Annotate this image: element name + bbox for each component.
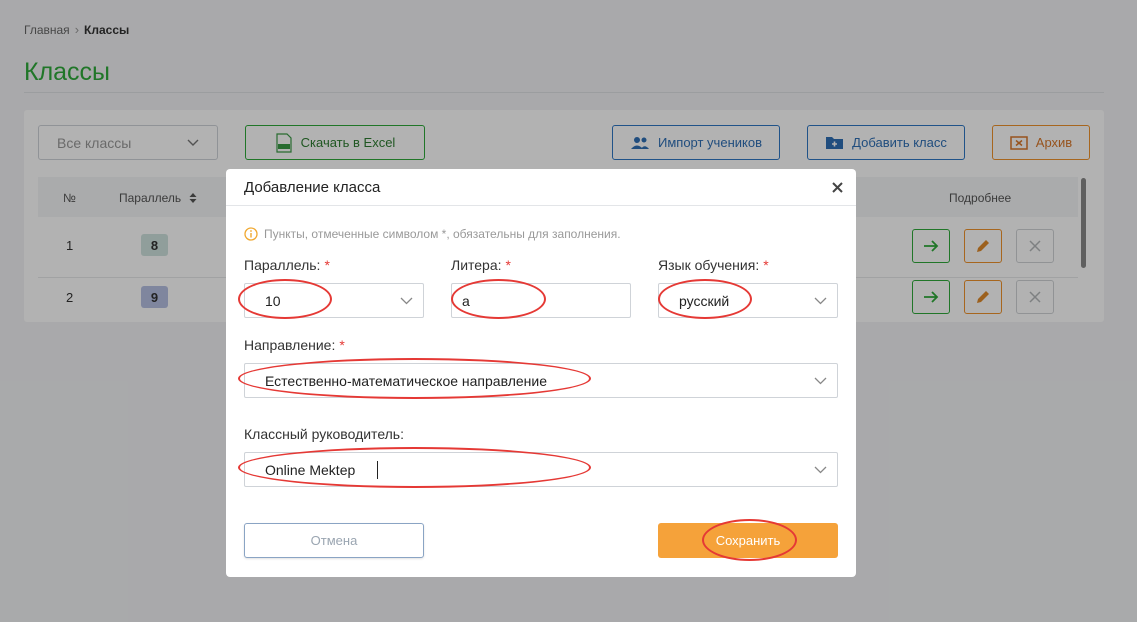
save-button[interactable]: Сохранить	[658, 523, 838, 558]
info-circle-icon	[244, 227, 258, 241]
language-value: русский	[679, 292, 730, 309]
required-notice-text: Пункты, отмеченные символом *, обязатель…	[264, 227, 621, 241]
parallel-label: Параллель: *	[244, 257, 330, 273]
add-class-modal: Добавление класса Пункты, отмеченные сим…	[226, 169, 856, 577]
direction-label: Направление: *	[244, 337, 345, 353]
chevron-down-icon	[814, 297, 827, 305]
chevron-down-icon	[814, 377, 827, 385]
language-select[interactable]: русский	[658, 283, 838, 318]
chevron-down-icon	[400, 297, 413, 305]
cancel-button[interactable]: Отмена	[244, 523, 424, 558]
letter-label: Литера: *	[451, 257, 511, 273]
required-notice: Пункты, отмеченные символом *, обязатель…	[244, 227, 621, 241]
chevron-down-icon	[814, 466, 827, 474]
teacher-select[interactable]: Online Mektep	[244, 452, 838, 487]
modal-header: Добавление класса	[226, 169, 856, 206]
letter-input[interactable]: а	[451, 283, 631, 318]
modal-close-button[interactable]	[828, 178, 846, 196]
language-label: Язык обучения: *	[658, 257, 769, 273]
direction-value: Естественно-математическое направление	[265, 372, 547, 389]
parallel-select[interactable]: 10	[244, 283, 424, 318]
modal-title: Добавление класса	[244, 179, 381, 196]
close-icon	[831, 181, 843, 193]
direction-select[interactable]: Естественно-математическое направление	[244, 363, 838, 398]
text-cursor	[377, 460, 379, 479]
parallel-value: 10	[265, 292, 281, 309]
letter-value: а	[462, 292, 470, 309]
teacher-label: Классный руководитель:	[244, 426, 404, 442]
teacher-value: Online Mektep	[265, 461, 356, 478]
